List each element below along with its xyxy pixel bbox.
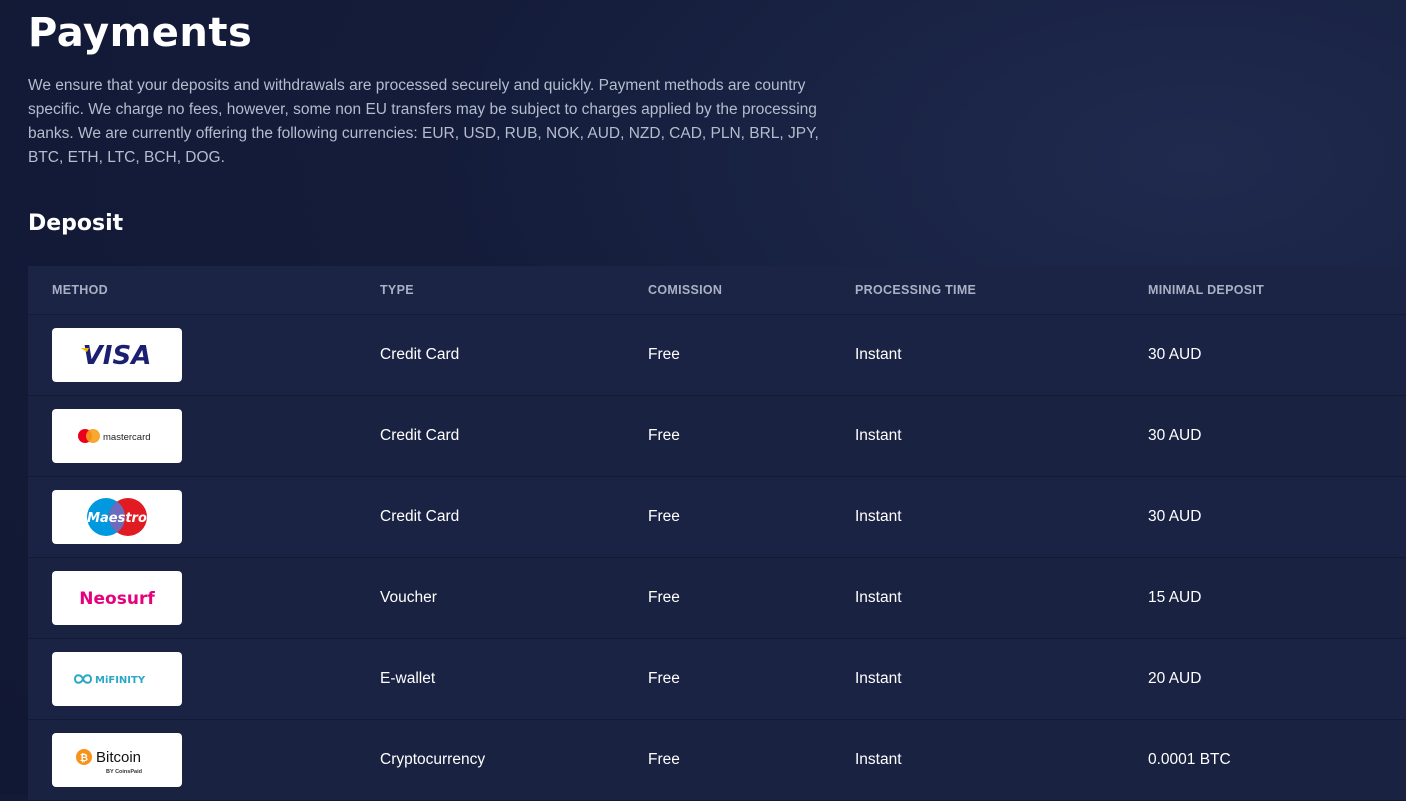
commission-cell: Free [648,751,680,768]
commission-cell: Free [648,670,680,687]
processing-time-cell: Instant [855,751,902,768]
commission-cell: Free [648,427,680,444]
header-minimal-deposit: MINIMAL DEPOSIT [1148,283,1265,297]
processing-time-cell: Instant [855,346,902,363]
type-cell: Voucher [380,589,437,606]
type-cell: Cryptocurrency [380,751,486,768]
table-header: METHOD TYPE COMISSION PROCESSING TIME MI… [28,266,1406,315]
maestro-logo: Maestro [52,490,182,544]
minimal-deposit-cell: 0.0001 BTC [1148,751,1231,768]
processing-time-cell: Instant [855,589,902,606]
svg-text:Neosurf: Neosurf [79,589,155,609]
svg-text:Bitcoin: Bitcoin [96,749,141,766]
minimal-deposit-cell: 20 AUD [1148,670,1202,687]
table-row: MiFINITY E-wallet Free Instant 20 AUD [28,639,1406,720]
svg-text:BY CoinsPaid: BY CoinsPaid [106,769,142,775]
header-type: TYPE [380,283,414,297]
table-row: VISA Credit Card Free Instant 30 AUD [28,315,1406,396]
processing-time-cell: Instant [855,508,902,525]
svg-text:₿: ₿ [80,752,88,764]
type-cell: Credit Card [380,427,460,444]
commission-cell: Free [648,589,680,606]
bitcoin-logo: ₿ Bitcoin BY CoinsPaid [52,733,182,787]
neosurf-logo: Neosurf [52,571,182,625]
header-processing-time: PROCESSING TIME [855,283,977,297]
table-row: mastercard Credit Card Free Instant 30 A… [28,396,1406,477]
header-method: METHOD [52,283,108,297]
mifinity-logo: MiFINITY [52,652,182,706]
section-title-deposit: Deposit [28,211,124,236]
svg-text:mastercard: mastercard [103,432,151,443]
commission-cell: Free [648,346,680,363]
processing-time-cell: Instant [855,670,902,687]
type-cell: Credit Card [380,346,460,363]
svg-text:MiFINITY: MiFINITY [95,675,146,686]
minimal-deposit-cell: 30 AUD [1148,508,1202,525]
processing-time-cell: Instant [855,427,902,444]
minimal-deposit-cell: 15 AUD [1148,589,1202,606]
type-cell: Credit Card [380,508,460,525]
svg-text:VISA: VISA [83,341,152,370]
minimal-deposit-cell: 30 AUD [1148,346,1202,363]
mastercard-logo: mastercard [52,409,182,463]
deposit-table: METHOD TYPE COMISSION PROCESSING TIME MI… [28,266,1406,801]
table-row: Neosurf Voucher Free Instant 15 AUD [28,558,1406,639]
page-title: Payments [28,10,253,56]
table-row: Maestro Credit Card Free Instant 30 AUD [28,477,1406,558]
visa-logo: VISA [52,328,182,382]
minimal-deposit-cell: 30 AUD [1148,427,1202,444]
header-commission: COMISSION [648,283,723,297]
type-cell: E-wallet [380,670,436,687]
svg-text:Maestro: Maestro [87,511,147,526]
intro-text: We ensure that your deposits and withdra… [28,77,819,166]
table-row: ₿ Bitcoin BY CoinsPaid Cryptocurrency Fr… [28,720,1406,801]
commission-cell: Free [648,508,680,525]
